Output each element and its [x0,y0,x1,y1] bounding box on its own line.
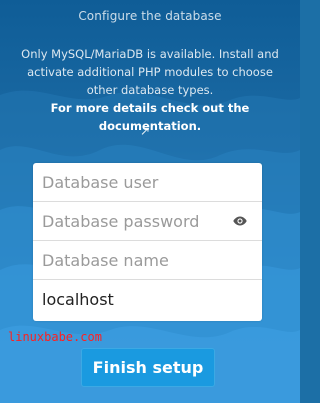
database-host-value: localhost [42,290,114,309]
database-host-field[interactable]: localhost [33,280,262,319]
database-user-field[interactable]: Database user [33,163,262,202]
watermark-text: linuxbabe.com [8,330,102,344]
database-info-text: Only MySQL/MariaDB is available. Install… [6,45,294,135]
database-name-placeholder: Database name [42,251,169,270]
info-line-1: Only MySQL/MariaDB is available. Install… [21,47,279,61]
finish-setup-button[interactable]: Finish setup [81,348,215,387]
info-line-2: activate additional PHP modules to choos… [27,65,273,79]
database-password-placeholder: Database password [42,212,200,231]
database-password-field[interactable]: Database password [33,202,262,241]
eye-icon[interactable] [233,216,247,226]
info-line-3: other database types. [86,83,214,97]
database-name-field[interactable]: Database name [33,241,262,280]
database-form: Database user Database password Database… [33,163,262,321]
database-user-placeholder: Database user [42,173,159,192]
external-link-icon[interactable]: ↗ [138,124,152,138]
page-title: Configure the database [78,9,222,23]
